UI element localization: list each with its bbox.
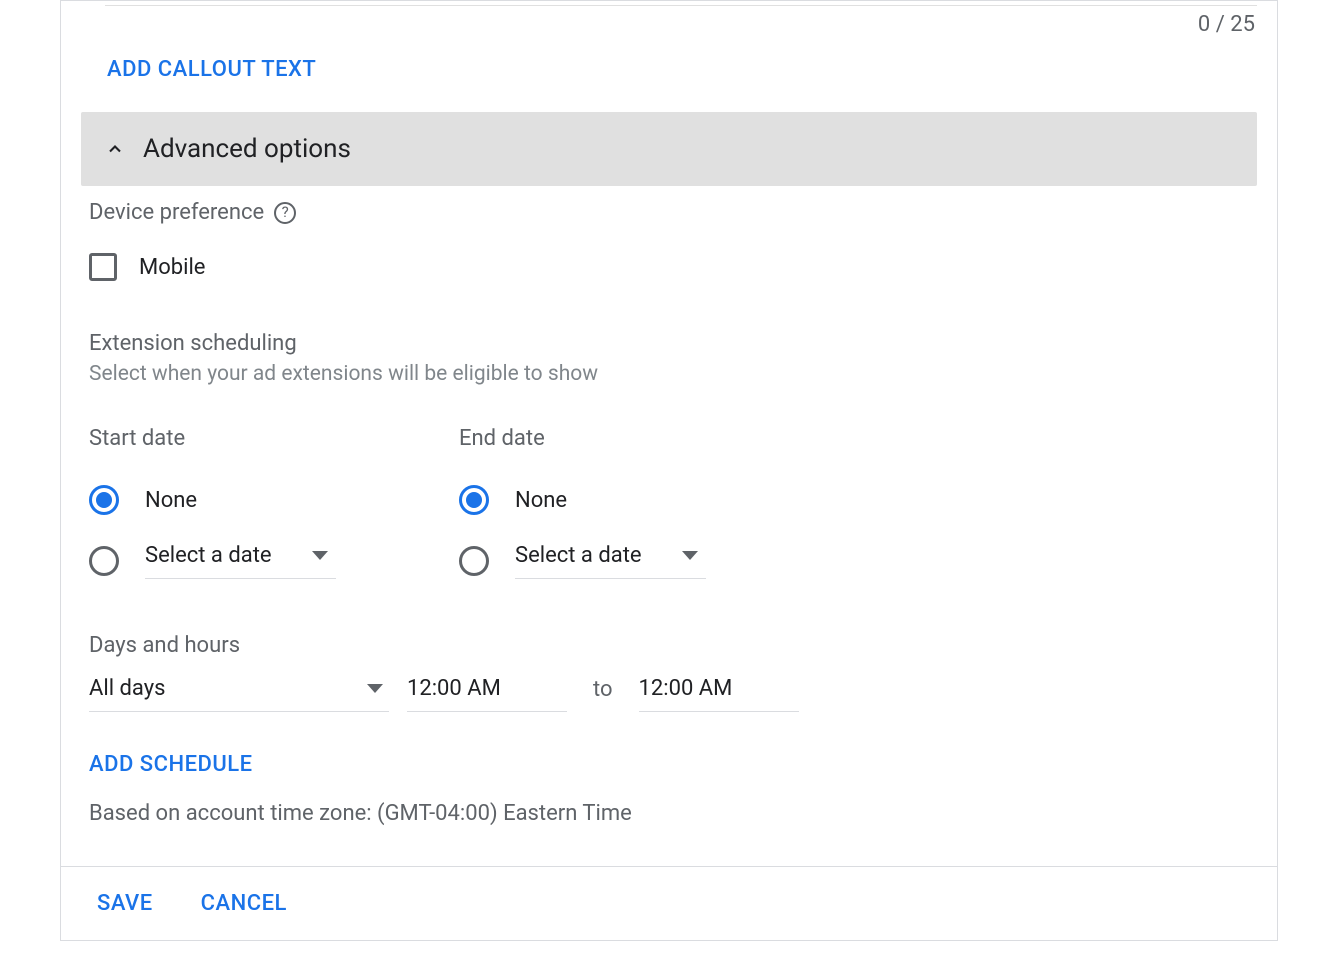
timezone-note: Based on account time zone: (GMT-04:00) … (89, 801, 1249, 866)
advanced-options-title: Advanced options (143, 134, 351, 164)
add-callout-button[interactable]: ADD CALLOUT TEXT (89, 37, 334, 112)
end-date-none-label: None (515, 488, 567, 513)
caret-down-icon (682, 551, 698, 560)
add-schedule-button[interactable]: ADD SCHEDULE (89, 712, 1249, 801)
mobile-checkbox[interactable] (89, 253, 117, 281)
days-hours-label: Days and hours (89, 593, 1249, 658)
end-date-select-field[interactable]: Select a date (515, 543, 706, 579)
start-date-label: Start date (89, 426, 459, 471)
save-button[interactable]: SAVE (97, 891, 153, 916)
end-date-none-radio[interactable] (459, 485, 489, 515)
time-to-field[interactable]: 12:00 AM (639, 676, 799, 712)
start-date-none-label: None (145, 488, 197, 513)
end-date-label: End date (459, 426, 829, 471)
mobile-label: Mobile (139, 255, 205, 280)
start-date-select-field[interactable]: Select a date (145, 543, 336, 579)
start-date-select-radio[interactable] (89, 546, 119, 576)
help-icon[interactable]: ? (274, 202, 296, 224)
chevron-up-icon (105, 139, 125, 159)
caret-down-icon (367, 684, 383, 693)
start-date-none-radio[interactable] (89, 485, 119, 515)
extension-scheduling-description: Select when your ad extensions will be e… (89, 356, 1249, 386)
advanced-options-toggle[interactable]: Advanced options (81, 112, 1257, 186)
char-counter: 0 / 25 (61, 6, 1277, 37)
extension-scheduling-label: Extension scheduling (89, 317, 1249, 356)
cancel-button[interactable]: CANCEL (201, 891, 287, 916)
days-select[interactable]: All days (89, 676, 389, 712)
time-from-field[interactable]: 12:00 AM (407, 676, 567, 712)
to-label: to (585, 677, 621, 712)
caret-down-icon (312, 551, 328, 560)
device-preference-label: Device preference ? (89, 186, 1249, 225)
end-date-select-radio[interactable] (459, 546, 489, 576)
